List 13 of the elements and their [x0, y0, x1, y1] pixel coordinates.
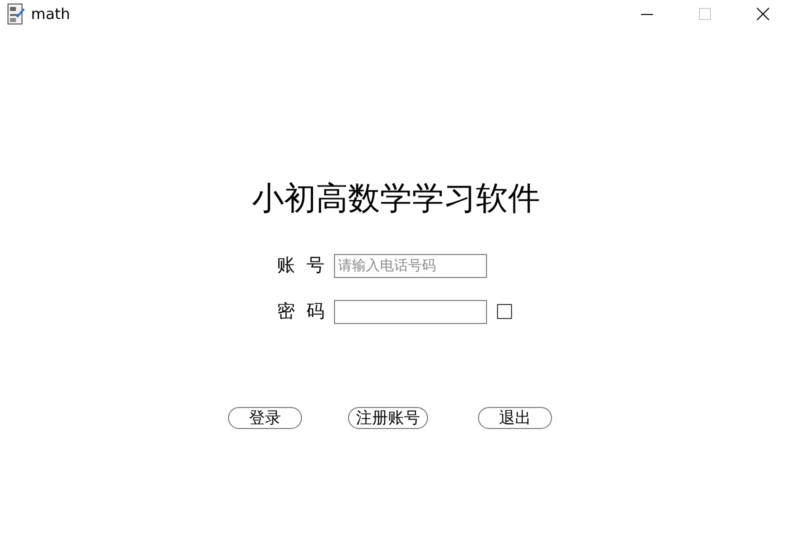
field-label: 密 码 [277, 300, 326, 324]
app-heading: 小初高数学学习软件 [252, 178, 540, 218]
action-button[interactable]: 退出 [478, 407, 552, 429]
action-button[interactable]: 登录 [228, 407, 302, 429]
input-field[interactable]: 请输入电话号码 [334, 254, 487, 278]
show-password-checkbox[interactable] [497, 304, 512, 319]
app-icon [6, 3, 26, 25]
window-title: math [31, 4, 70, 25]
close-icon [756, 7, 770, 21]
input-field[interactable] [334, 300, 487, 324]
maximize-icon [699, 8, 711, 20]
action-button[interactable]: 注册账号 [348, 407, 428, 429]
field-label: 账 号 [277, 254, 326, 278]
